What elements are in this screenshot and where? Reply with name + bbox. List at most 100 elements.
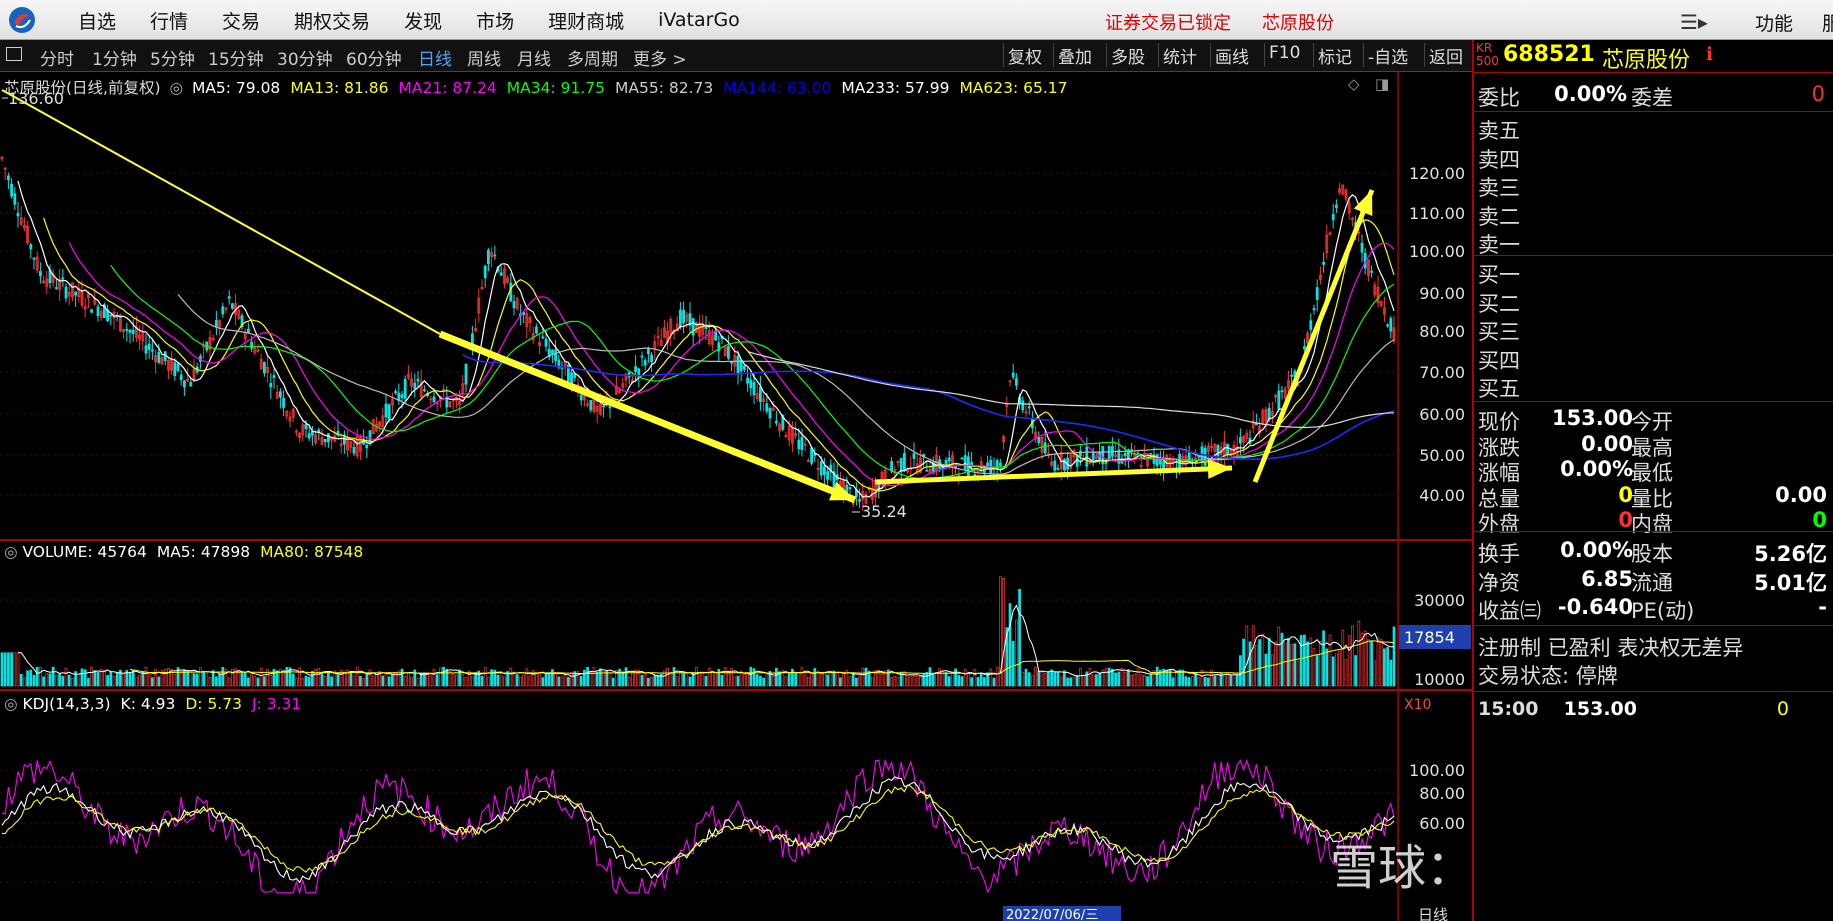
volume-bar: [445, 668, 449, 687]
volume-bar: [1047, 671, 1050, 687]
kline-chart-area[interactable]: 120.00 110.00 100.00 90.00 80.00 70.00 60.00 50…: [0, 72, 1666, 921]
period-tab-4[interactable]: 30分钟: [277, 45, 333, 70]
kdj-toggle-icon[interactable]: ◎: [4, 695, 22, 713]
volume-bar: [538, 671, 541, 687]
candle-body: [493, 254, 497, 257]
candle-body: [10, 183, 14, 197]
expand-icon[interactable]: ◨: [1375, 75, 1389, 93]
volume-current-label: 17854: [1404, 628, 1455, 647]
volume-bar: [627, 676, 631, 687]
menu-item-5[interactable]: 市场: [476, 7, 514, 34]
tool-button-7[interactable]: -自选: [1363, 43, 1412, 68]
candle-body: [1335, 204, 1338, 208]
period-tab-0[interactable]: 分时: [40, 45, 74, 70]
volume-bar: [435, 674, 439, 687]
menu-item-1[interactable]: 行情: [150, 7, 188, 34]
sell-level-label: 卖五: [1478, 119, 1520, 143]
volume-bar: [544, 672, 548, 687]
chart-title: 芯原股份(日线,前复权): [4, 79, 161, 97]
volume-bar: [1114, 672, 1117, 687]
volume-bar: [919, 676, 922, 687]
menu-item-4[interactable]: 发现: [404, 7, 442, 34]
period-tab-7[interactable]: 周线: [467, 45, 501, 70]
volume-bar: [954, 668, 957, 687]
legend-toggle-icon[interactable]: ◎: [169, 79, 183, 97]
kline-chart-svg[interactable]: 120.00 110.00 100.00 90.00 80.00 70.00 60.00 50…: [0, 72, 1472, 921]
candle-body: [800, 436, 804, 451]
top-stock-name[interactable]: 芯原股份: [1262, 9, 1334, 35]
candle-body: [317, 429, 321, 433]
candle-body: [182, 380, 186, 388]
list-menu-icon[interactable]: ☰▸: [1680, 10, 1708, 34]
volume-bar: [1242, 638, 1245, 687]
volume-bar: [496, 674, 500, 687]
volume-bar: [115, 671, 119, 687]
period-tab-3[interactable]: 15分钟: [208, 45, 264, 70]
volume-bar: [746, 673, 749, 687]
volume-bar: [925, 672, 929, 687]
volume-toggle-icon[interactable]: ◎: [4, 543, 22, 561]
volume-bar: [1069, 677, 1073, 687]
diamond-icon[interactable]: ◇: [1348, 75, 1360, 93]
candle-body: [400, 394, 404, 398]
menu-item-7[interactable]: iVatarGo: [658, 9, 740, 31]
function-button[interactable]: 功能: [1755, 9, 1793, 36]
candle-body: [810, 447, 813, 464]
tool-button-3[interactable]: 统计: [1158, 43, 1201, 68]
candle-body: [848, 486, 852, 489]
volume-bar: [525, 668, 529, 687]
volume-bar: [106, 675, 109, 687]
volume-bar: [266, 668, 269, 687]
panel-toggle-icon[interactable]: [6, 47, 22, 61]
period-tab-8[interactable]: 月线: [517, 45, 551, 70]
menu-item-3[interactable]: 期权交易: [294, 7, 370, 34]
volume-bar: [592, 667, 596, 687]
volume-bar: [608, 672, 612, 687]
period-tab-10[interactable]: 更多 >: [633, 45, 687, 70]
volume-bar: [851, 672, 855, 687]
candle-body: [499, 272, 503, 276]
tool-button-5[interactable]: F10: [1264, 43, 1304, 67]
app-logo-icon[interactable]: [8, 6, 36, 34]
volume-bar: [1015, 619, 1018, 687]
period-tab-1[interactable]: 1分钟: [92, 45, 137, 70]
volume-bar: [989, 668, 993, 687]
volume-bar: [1344, 659, 1348, 687]
menu-item-2[interactable]: 交易: [222, 7, 260, 34]
volume-bar: [599, 668, 602, 687]
tool-button-2[interactable]: 多股: [1106, 43, 1149, 68]
volume-bar: [29, 669, 33, 687]
period-tab-2[interactable]: 5分钟: [150, 45, 195, 70]
tool-button-8[interactable]: 返回: [1424, 43, 1467, 68]
kdj-tick-label: 100.00: [1409, 761, 1465, 780]
trade-lock-alert[interactable]: 证券交易已锁定: [1105, 9, 1231, 35]
candle-body: [1149, 452, 1153, 455]
volume-bar: [359, 676, 362, 687]
kdj-j-line: [1, 758, 1395, 895]
tool-button-0[interactable]: 复权: [1003, 43, 1046, 68]
volume-bar: [535, 672, 538, 687]
volume-bar: [1034, 667, 1037, 687]
volume-bar: [1223, 675, 1226, 687]
volume-bar: [1322, 630, 1325, 687]
period-tab-9[interactable]: 多周期: [567, 45, 618, 70]
tool-button-4[interactable]: 画线: [1210, 43, 1253, 68]
volume-bar: [909, 676, 913, 687]
volume-bar: [688, 676, 692, 687]
menu-item-0[interactable]: 自选: [78, 7, 116, 34]
legend-item: MA21: 87.24: [398, 79, 497, 97]
tool-button-1[interactable]: 叠加: [1053, 43, 1096, 68]
info-icon[interactable]: ℹ: [1706, 44, 1713, 65]
ma-line: [747, 350, 1395, 429]
weibi-label: 委比: [1478, 86, 1520, 110]
volume-bar: [215, 676, 218, 687]
volume-bar: [1008, 603, 1012, 687]
truncated-menu-item[interactable]: 服: [1822, 9, 1833, 36]
low-price-label: 35.24: [861, 502, 907, 521]
volume-bar: [112, 675, 116, 687]
period-tab-6[interactable]: 日线: [418, 45, 452, 70]
tool-button-6[interactable]: 标记: [1313, 43, 1356, 68]
menu-item-6[interactable]: 理财商城: [548, 7, 624, 34]
candle-body: [858, 499, 861, 502]
period-tab-5[interactable]: 60分钟: [346, 45, 402, 70]
